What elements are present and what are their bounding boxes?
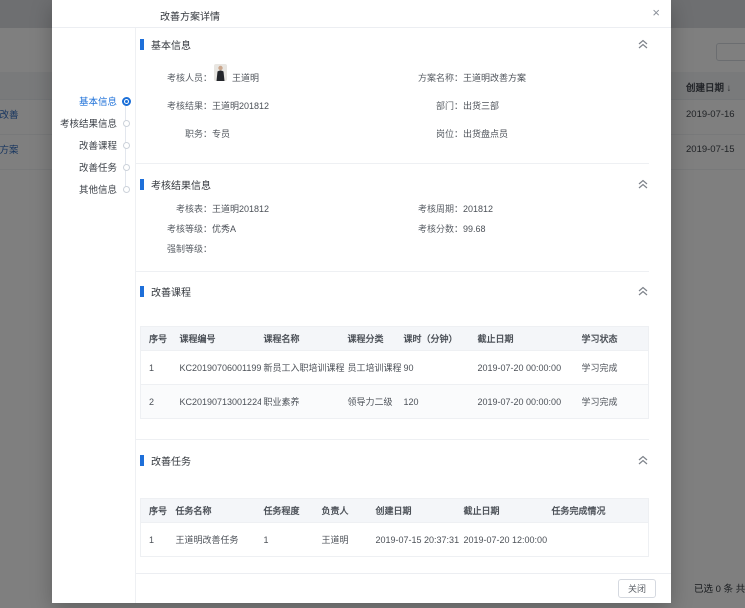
nav-item-label: 改善任务 <box>79 160 117 174</box>
nav-item-courses[interactable]: 改善课程 <box>52 134 135 156</box>
nav-item-label: 其他信息 <box>79 182 117 196</box>
section-result-info: 考核结果信息 考核表： 王道明201812 考核周期： 201812 <box>136 164 649 272</box>
section-title: 改善任务 <box>151 453 191 468</box>
section-basic-info: 基本信息 考核人员： 王道明 方案名称： 王道明改善方案 <box>136 28 649 164</box>
field-duty: 职务： 专员 <box>140 120 403 148</box>
section-courses: 改善课程 序号 课程编号 课程名称 课程分类 课时（分钟） <box>136 272 649 440</box>
anchor-nav: 基本信息 考核结果信息 改善课程 改善任务 其他信息 <box>52 28 136 603</box>
dialog-content: 基本信息 考核人员： 王道明 方案名称： 王道明改善方案 <box>136 28 672 603</box>
close-button[interactable]: 关闭 <box>618 579 656 598</box>
step-dot-active-icon <box>117 97 135 106</box>
col-task-name: 任务名称 <box>173 499 261 523</box>
col-deadline: 截止日期 <box>461 499 549 523</box>
col-course-name: 课程名称 <box>261 327 345 351</box>
course-row[interactable]: 2 KC20190713001224 职业素养 领导力二级 120 2019-0… <box>141 385 649 419</box>
section-marker-bar <box>140 39 144 50</box>
step-dot-icon <box>117 120 135 127</box>
field-assess-grade: 考核等级： 优秀A <box>140 219 403 239</box>
section-marker-bar <box>140 286 144 297</box>
section-title: 改善课程 <box>151 284 191 299</box>
col-create-date: 创建日期 <box>373 499 461 523</box>
close-icon[interactable]: × <box>652 4 660 22</box>
collapse-chevron-icon[interactable] <box>638 39 648 49</box>
courses-table: 序号 课程编号 课程名称 课程分类 课时（分钟） 截止日期 学习状态 <box>140 326 649 419</box>
course-row[interactable]: 1 KC20190706001199 新员工入职培训课程 员工培训课程 90 2… <box>141 351 649 385</box>
field-assess-score: 考核分数： 99.68 <box>403 219 649 239</box>
field-assessee: 考核人员： 王道明 <box>140 64 403 92</box>
section-title: 基本信息 <box>151 37 191 52</box>
col-task-level: 任务程度 <box>261 499 319 523</box>
section-marker-bar <box>140 455 144 466</box>
nav-item-tasks[interactable]: 改善任务 <box>52 156 135 178</box>
section-title: 考核结果信息 <box>151 177 211 192</box>
section-tasks: 改善任务 序号 任务名称 任务程度 负责人 创建日期 截 <box>136 440 649 557</box>
col-duration: 课时（分钟） <box>401 327 475 351</box>
field-assess-period: 考核周期： 201812 <box>403 199 649 219</box>
screen: 创建日期 ↓ 明改善 2019-07-16 善方案 2019-07-15 已选 … <box>0 0 745 608</box>
tasks-table: 序号 任务名称 任务程度 负责人 创建日期 截止日期 任务完成情况 <box>140 498 649 557</box>
field-plan-name: 方案名称： 王道明改善方案 <box>403 64 649 92</box>
field-post: 岗位： 出货盘点员 <box>403 120 649 148</box>
col-seq: 序号 <box>141 499 173 523</box>
section-marker-bar <box>140 179 144 190</box>
dialog-footer: 关闭 <box>136 573 671 603</box>
dialog-title: 改善方案详情 <box>160 8 220 23</box>
col-owner: 负责人 <box>319 499 373 523</box>
nav-item-other-info[interactable]: 其他信息 <box>52 178 135 200</box>
tasks-table-header-row: 序号 任务名称 任务程度 负责人 创建日期 截止日期 任务完成情况 <box>141 499 649 523</box>
nav-item-label: 考核结果信息 <box>60 116 117 130</box>
task-row[interactable]: 1 王道明改善任务 1 王道明 2019-07-15 20:37:31 2019… <box>141 523 649 557</box>
step-dot-icon <box>117 164 135 171</box>
collapse-chevron-icon[interactable] <box>638 286 648 296</box>
field-assess-form: 考核表： 王道明201812 <box>140 199 403 219</box>
col-completion: 任务完成情况 <box>549 499 649 523</box>
field-assess-result: 考核结果： 王道明201812 <box>140 92 403 120</box>
dialog-header: 改善方案详情 × <box>52 0 671 28</box>
avatar <box>214 64 227 81</box>
collapse-chevron-icon[interactable] <box>638 179 648 189</box>
col-seq: 序号 <box>141 327 177 351</box>
col-study-status: 学习状态 <box>579 327 649 351</box>
col-course-code: 课程编号 <box>177 327 261 351</box>
collapse-chevron-icon[interactable] <box>638 455 648 465</box>
col-deadline: 截止日期 <box>475 327 579 351</box>
step-dot-icon <box>117 142 135 149</box>
plan-detail-dialog: 改善方案详情 × 基本信息 考核结果信息 改善课程 <box>52 0 671 603</box>
step-dot-icon <box>117 186 135 193</box>
courses-table-header-row: 序号 课程编号 课程名称 课程分类 课时（分钟） 截止日期 学习状态 <box>141 327 649 351</box>
col-course-category: 课程分类 <box>345 327 401 351</box>
field-empty <box>403 239 649 259</box>
nav-item-label: 改善课程 <box>79 138 117 152</box>
nav-item-basic-info[interactable]: 基本信息 <box>52 90 135 112</box>
field-department: 部门： 出货三部 <box>403 92 649 120</box>
field-forced-grade: 强制等级： <box>140 239 403 259</box>
nav-item-label: 基本信息 <box>79 94 117 108</box>
nav-item-result-info[interactable]: 考核结果信息 <box>52 112 135 134</box>
